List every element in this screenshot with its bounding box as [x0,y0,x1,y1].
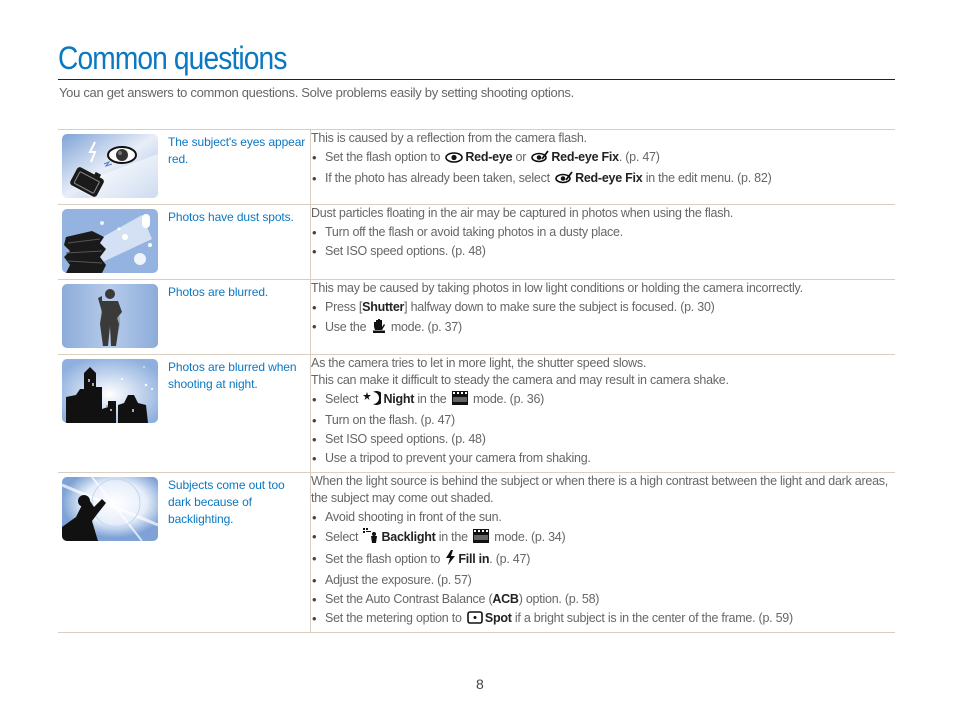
bullet-text: . (p. 47) [618,150,660,164]
question-cell: Photos are blurred when shooting at nigh… [58,354,311,473]
answer-intro: Dust particles floating in the air may b… [311,206,734,220]
spot-metering-icon [467,611,483,629]
night-icon [363,391,385,410]
title-divider [58,79,895,80]
bullet-text: Set the flash option to [325,552,441,566]
fill-in-option: Fill in [458,552,490,566]
night-scene-illustration [62,359,158,423]
answer-bullet: Use the mode. (p. 37) [311,318,895,338]
bullet-text: Press [ [325,300,363,314]
bullet-text: Set the flash option to [325,150,441,164]
bullet-text: Select [325,392,359,406]
bullet-text: if a bright subject is in the center of … [514,611,793,625]
faq-row: Photos are blurred when shooting at nigh… [58,354,895,473]
answer-cell: As the camera tries to let in more light… [310,354,895,473]
red-eye-fix-option: Red-eye Fix [551,150,619,164]
answer-bullet: Press [Shutter] halfway down to make sur… [311,299,895,316]
answer-bullet: Select Backlight in the mode. (p. 34) [311,528,895,548]
answer-bullet: Adjust the exposure. (p. 57) [311,572,895,589]
bullet-text: Select [325,530,359,544]
answer-bullet: Turn off the flash or avoid taking photo… [311,224,895,241]
shutter-button-label: Shutter [362,300,405,314]
answer-bullet: Set the flash option to Red-eye or Red-e… [311,149,895,168]
bullet-text: Set the Auto Contrast Balance ( [325,592,493,606]
answer-bullet: Use a tripod to prevent your camera from… [311,450,895,467]
question-text: Photos have dust spots. [168,210,294,224]
answer-bullet: Turn on the flash. (p. 47) [311,412,895,429]
answer-bullet: Set the Auto Contrast Balance (ACB) opti… [311,591,895,608]
question-text: The subject's eyes appear red. [168,135,306,166]
answer-cell: When the light source is behind the subj… [310,472,895,633]
bullet-text: Set the metering option to [325,611,462,625]
question-text: Photos are blurred when shooting at nigh… [168,360,297,391]
question-cell: Subjects come out too dark because of ba… [58,472,311,633]
answer-cell: This may be caused by taking photos in l… [310,279,895,355]
backlight-illustration [62,477,158,541]
answer-cell: This is caused by a reflection from the … [310,129,895,205]
faq-row: Subjects come out too dark because of ba… [58,472,895,633]
question-cell: The subject's eyes appear red. [58,129,311,205]
bullet-text: ] halfway down to make sure the subject … [404,300,715,314]
bullet-text: in the edit menu. (p. 82) [645,171,772,185]
fill-in-flash-icon [445,550,456,570]
faq-row: The subject's eyes appear red. This is c… [58,129,895,205]
bullet-text: If the photo has already been taken, sel… [325,171,550,185]
answer-bullet: Set the flash option to Fill in. (p. 47) [311,550,895,570]
question-text: Subjects come out too dark because of ba… [168,478,285,526]
answer-intro: This is caused by a reflection from the … [311,131,587,145]
scene-mode-icon [451,391,468,410]
red-eye-icon [445,151,464,168]
night-option: Night [383,392,415,406]
red-eye-fix-icon [555,171,573,189]
answer-intro: This may be caused by taking photos in l… [311,281,803,295]
page-number: 8 [476,676,484,692]
answer-bullet: Set ISO speed options. (p. 48) [311,243,895,260]
acb-option: ACB [492,592,519,606]
answer-intro-2: This can make it difficult to steady the… [311,373,729,387]
bullet-text: or [515,150,527,164]
question-cell: Photos are blurred. [58,279,311,355]
dual-is-mode-icon [372,318,386,338]
bullet-text: in the [438,530,468,544]
answer-intro: As the camera tries to let in more light… [311,356,647,370]
question-text: Photos are blurred. [168,285,269,299]
backlight-option: Backlight [381,530,436,544]
dust-spots-illustration [62,209,158,273]
bullet-text: mode. (p. 36) [472,392,545,406]
answer-bullet: Select Night in the mode. (p. 36) [311,391,895,410]
bullet-text: in the [417,392,447,406]
red-eye-option: Red-eye [465,150,513,164]
page-subtitle: You can get answers to common questions.… [59,85,574,100]
answer-bullet: Set the metering option to Spot if a bri… [311,610,895,629]
faq-table: The subject's eyes appear red. This is c… [58,129,895,633]
answer-bullet: Set ISO speed options. (p. 48) [311,431,895,448]
bullet-text: mode. (p. 34) [494,530,566,544]
spot-option: Spot [484,611,512,625]
answer-bullet: Avoid shooting in front of the sun. [311,509,895,526]
blurred-photo-illustration [62,284,158,348]
faq-row: Photos are blurred. This may be caused b… [58,279,895,355]
bullet-text: . (p. 47) [489,552,531,566]
answer-intro: When the light source is behind the subj… [311,474,889,505]
red-eye-illustration [62,134,158,198]
faq-row: Photos have dust spots. Dust particles f… [58,204,895,280]
backlight-icon [363,528,379,548]
page-title: Common questions [58,40,287,76]
answer-cell: Dust particles floating in the air may b… [310,204,895,280]
bullet-text: mode. (p. 37) [390,320,462,334]
red-eye-fix-option: Red-eye Fix [575,171,643,185]
red-eye-fix-icon [531,150,550,168]
bullet-text: Use the [325,320,367,334]
question-cell: Photos have dust spots. [58,204,311,280]
answer-bullet: If the photo has already been taken, sel… [311,170,895,189]
bullet-text: ) option. (p. 58) [518,592,600,606]
scene-mode-icon [473,529,490,548]
